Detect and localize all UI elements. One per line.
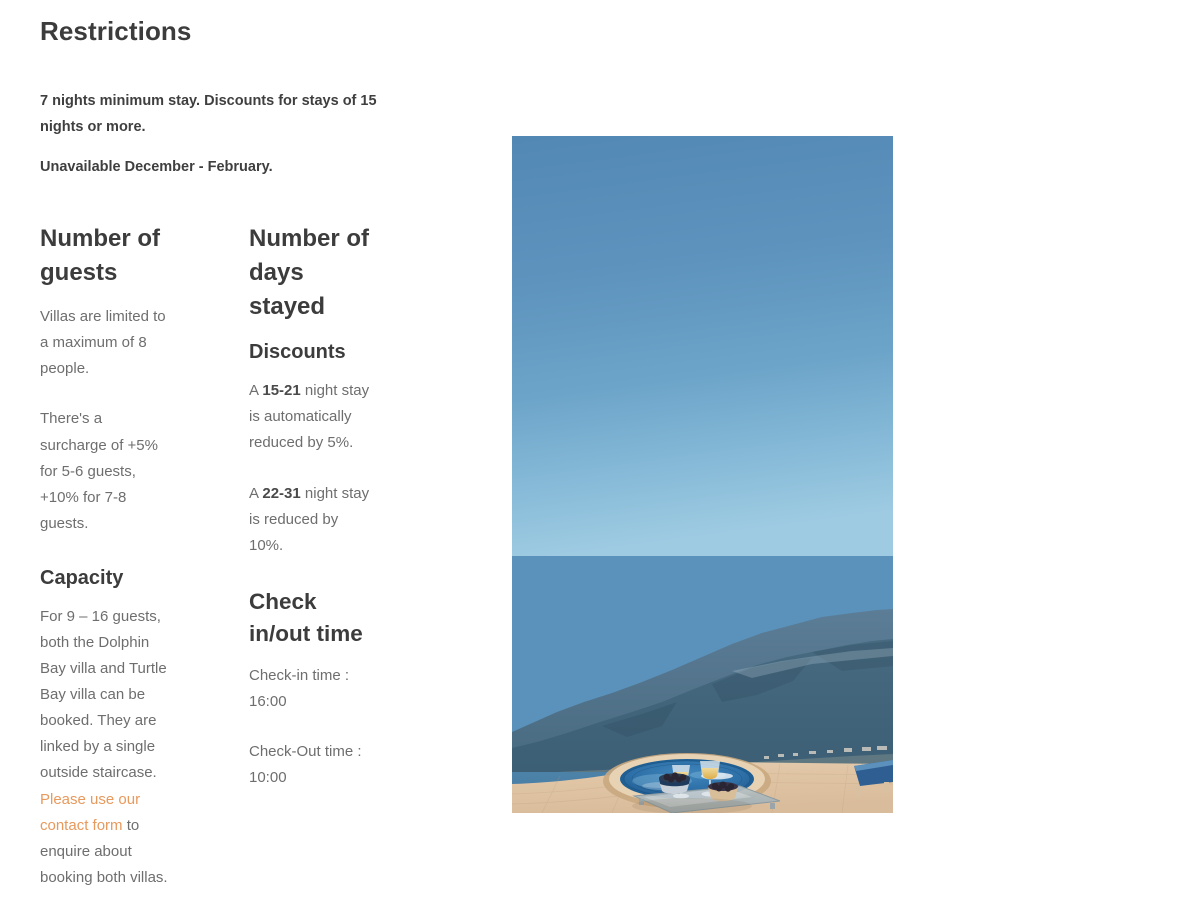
number-of-days-column: Number of days stayed Discounts A 15-21 … <box>249 222 375 815</box>
guests-limit-paragraph: Villas are limited to a maximum of 8 peo… <box>40 308 166 378</box>
discount1-range: 15-21 <box>262 382 301 400</box>
capacity-paragraph: For 9 – 16 guests, both the Dolphin Bay … <box>40 604 168 891</box>
restrictions-section: Restrictions 7 nights minimum stay. Disc… <box>40 16 470 180</box>
page-title: Restrictions <box>40 16 192 46</box>
discount2-range: 22-31 <box>262 484 301 502</box>
villa-terrace-photo-graphic <box>512 136 893 813</box>
discount1-prefix: A <box>249 382 263 400</box>
villa-terrace-photo <box>512 136 893 813</box>
capacity-text-before: For 9 – 16 guests, both the Dolphin Bay … <box>40 607 167 782</box>
capacity-heading: Capacity <box>40 566 124 589</box>
discount-15-21-paragraph: A 15-21 night stay is automatically redu… <box>249 378 375 456</box>
check-out-time-text: Check-Out time : 10:00 <box>249 742 362 786</box>
number-of-guests-heading: Number of guests <box>40 225 160 287</box>
discount-22-31-paragraph: A 22-31 night stay is reduced by 10%. <box>249 481 375 559</box>
number-of-guests-column: Number of guests Villas are limited to a… <box>40 222 168 915</box>
olive-bowl-left <box>659 772 690 794</box>
restriction-unavailable-months: Unavailable December - February. <box>40 158 273 175</box>
guests-surcharge-paragraph: There's a surcharge of +5% for 5-6 guest… <box>40 410 158 532</box>
discount2-prefix: A <box>249 484 263 502</box>
discounts-heading: Discounts <box>249 341 346 364</box>
number-of-days-heading: Number of days stayed <box>249 225 369 321</box>
check-in-time-text: Check-in time : 16:00 <box>249 666 350 710</box>
olive-bowl-right <box>708 781 738 801</box>
page-root: Restrictions 7 nights minimum stay. Disc… <box>0 0 1195 918</box>
check-in-out-heading: Check in/out time <box>249 588 363 646</box>
restriction-minimum-stay: 7 nights minimum stay. Discounts for sta… <box>40 93 377 135</box>
